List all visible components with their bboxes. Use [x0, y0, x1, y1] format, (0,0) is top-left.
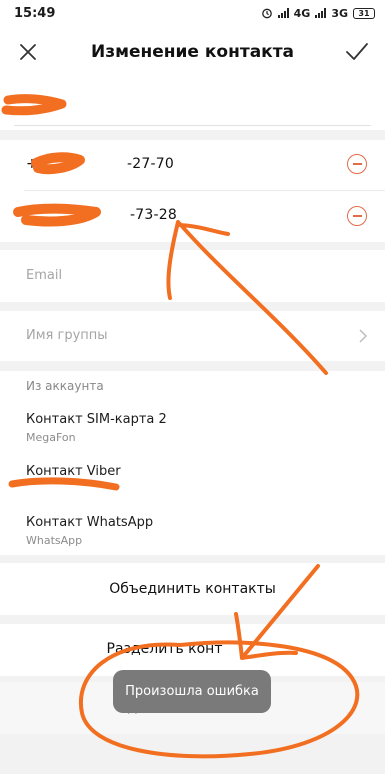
account-item-viber-name[interactable]: Контакт Viber — [26, 464, 121, 479]
phone-2-end: -73-28 — [130, 207, 177, 223]
app-bar: Изменение контакта — [0, 26, 385, 78]
signal-icon — [277, 8, 289, 18]
group-section[interactable]: Имя группы — [0, 311, 385, 361]
alarm-icon — [261, 8, 272, 19]
status-bar: 15:49 4G 3G 31 — [0, 0, 385, 26]
group-field: Имя группы — [26, 328, 108, 343]
merge-contacts-label: Объединить контакты — [109, 581, 276, 597]
chevron-right-icon — [359, 329, 367, 343]
remove-phone-2-button[interactable] — [347, 206, 367, 226]
merge-contacts-button[interactable]: Объединить контакты — [0, 563, 385, 615]
name-underline — [14, 125, 371, 126]
name-section — [0, 78, 385, 130]
phone-field-2[interactable]: -73-28 — [26, 207, 177, 223]
accounts-header: Из аккаунта — [26, 379, 104, 393]
signal-icon-2 — [315, 8, 327, 18]
email-field[interactable]: Email — [26, 268, 62, 283]
battery-icon: 31 — [353, 7, 375, 19]
check-icon — [346, 43, 368, 60]
phone-1-end: -27-70 — [127, 156, 174, 172]
phone-divider — [24, 190, 385, 191]
account-item-whatsapp-sub: WhatsApp — [26, 534, 83, 547]
phone-1-prefix: +7 — [26, 156, 48, 172]
close-icon — [20, 44, 36, 60]
minus-icon — [352, 215, 362, 217]
phone-field-1[interactable]: +7 -27-70 — [26, 156, 174, 172]
status-icons: 4G 3G 31 — [261, 7, 375, 20]
close-button[interactable] — [0, 26, 56, 78]
account-item-sim-name[interactable]: Контакт SIM-карта 2 — [26, 412, 167, 427]
accounts-section: Из аккаунта Контакт SIM-карта 2 MegaFon … — [0, 371, 385, 555]
status-time: 15:49 — [14, 5, 56, 21]
remove-phone-1-button[interactable] — [347, 154, 367, 174]
split-contacts-label: Разделить конт — [106, 641, 223, 657]
page-title: Изменение контакта — [90, 42, 295, 62]
account-item-whatsapp-name[interactable]: Контакт WhatsApp — [26, 515, 153, 530]
minus-icon — [352, 163, 362, 165]
network-type-1: 4G — [293, 6, 311, 20]
email-section: Email — [0, 250, 385, 302]
account-item-sim-sub: MegaFon — [26, 431, 76, 444]
error-toast: Произошла ошибка — [113, 670, 271, 713]
phones-section: +7 -27-70 -73-28 — [0, 140, 385, 242]
network-type-2: 3G — [331, 6, 348, 20]
split-contacts-button[interactable]: Разделить конт — [0, 624, 385, 676]
save-button[interactable] — [329, 26, 385, 78]
